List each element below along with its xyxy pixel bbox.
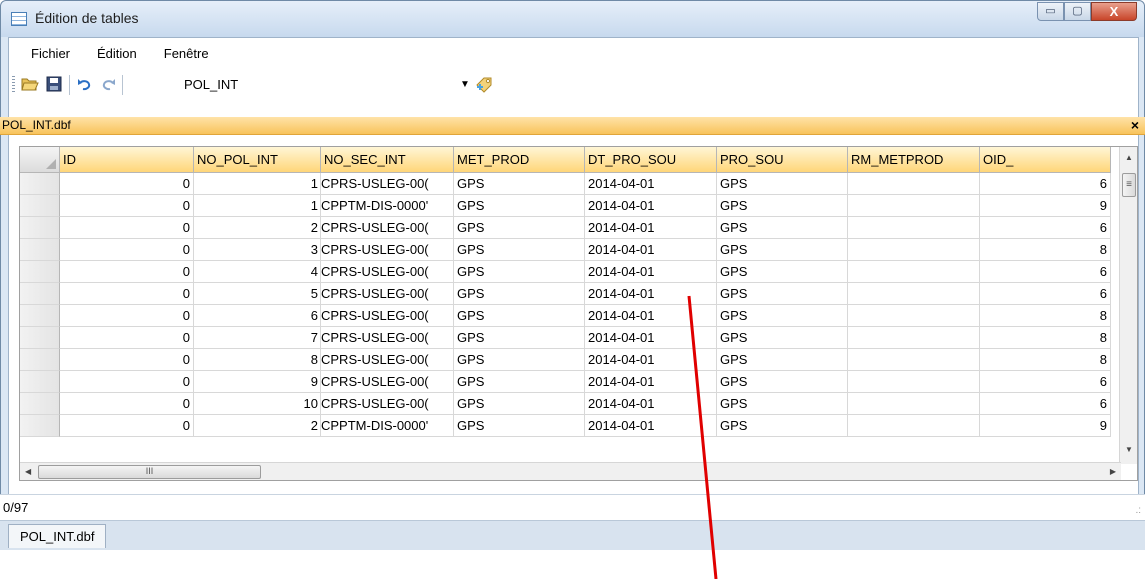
annotation-arrow bbox=[687, 295, 718, 579]
